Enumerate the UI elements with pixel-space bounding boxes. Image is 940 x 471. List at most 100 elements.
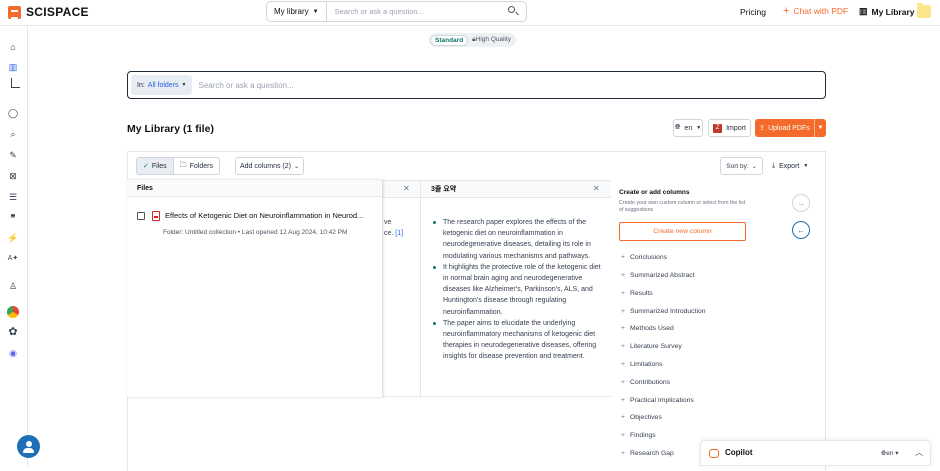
library-icon: ▥ (859, 6, 868, 16)
add-columns-button[interactable]: Add columns (2) ⌄ (235, 157, 304, 175)
column-option[interactable]: + Objectives (621, 414, 662, 421)
column-option[interactable]: + Practical Implications (621, 397, 694, 404)
column-option-label: Contributions (629, 379, 671, 386)
column-option-label: Conclusions (629, 254, 668, 261)
library-dropdown[interactable]: My library ▼ (267, 2, 327, 21)
chat-icon[interactable]: ◯ (7, 107, 19, 119)
scispace-logo-icon (8, 5, 21, 19)
row-checkbox[interactable] (137, 212, 145, 220)
folder-icon[interactable] (917, 3, 931, 18)
column-option[interactable]: + Research Gap (621, 450, 674, 457)
close-column-icon[interactable]: ✕ (403, 184, 410, 193)
plus-icon: + (621, 450, 625, 457)
copilot-bar[interactable]: Copilot 🌐︎en ▾ ︿ (700, 440, 931, 466)
check-icon: ✓ (143, 163, 149, 170)
chevron-down-icon: ⌄ (293, 163, 299, 170)
upload-options-caret[interactable]: ▼ (814, 119, 826, 137)
close-column-icon[interactable]: ✕ (593, 184, 600, 193)
add-columns-label: Add columns (2) (240, 162, 291, 170)
tab-files[interactable]: ✓ Files (137, 158, 173, 174)
language-selector[interactable]: 🌐︎ en ▼ (673, 119, 703, 137)
column-option-label: Literature Survey (629, 343, 682, 350)
folder-scope-dropdown[interactable]: In: All folders ▼ (131, 75, 193, 95)
sort-by-dropdown[interactable]: Sort by: ⌄ (720, 157, 763, 175)
sort-by-label: Sort by: (726, 162, 749, 170)
scroll-left-button[interactable]: ← (792, 221, 810, 239)
column-option[interactable]: + Findings (621, 432, 656, 439)
pen-icon[interactable]: ✎ (7, 149, 19, 161)
top-bar: SCISPACE My library ▼ Search or ask a qu… (0, 0, 940, 26)
search-icon[interactable] (506, 5, 520, 19)
upload-pdfs-button[interactable]: ⇪ Upload PDFs ▼ (755, 119, 826, 137)
column-option[interactable]: + Conclusions (621, 254, 667, 261)
summary-point: The paper aims to elucidate the underlyi… (432, 318, 602, 363)
summary-list: The research paper explores the effects … (432, 217, 602, 363)
library-search-bar: In: All folders ▼ Search or ask a questi… (127, 71, 826, 99)
tab-files-label: Files (151, 162, 167, 170)
chrome-icon[interactable] (7, 306, 19, 318)
grid-icon[interactable]: ⊠ (7, 170, 19, 182)
import-button[interactable]: Z Import (708, 119, 751, 137)
plus-icon: + (621, 432, 625, 439)
user-head-icon (25, 441, 32, 447)
tab-folders[interactable]: 🗀︎ Folders (172, 158, 219, 174)
copilot-label: Copilot (725, 448, 753, 457)
chat-bubble-icon (709, 449, 719, 458)
column-option[interactable]: + Summarized Introduction (621, 308, 706, 315)
tree-branch-icon (11, 78, 20, 88)
mode-standard[interactable]: Standard (430, 34, 469, 46)
library-icon[interactable]: ▥ (7, 61, 19, 73)
chat-with-pdf-label: Chat with PDF (793, 6, 849, 16)
my-library-link[interactable]: ▥ My Library (859, 6, 915, 17)
column-header-files: Files (127, 180, 382, 197)
column-option[interactable]: + Limitations (621, 361, 662, 368)
pricing-link[interactable]: Pricing (740, 7, 766, 17)
top-search-input[interactable]: Search or ask a question... (327, 7, 506, 16)
list-icon[interactable]: ☰ (7, 191, 19, 203)
user-icon[interactable]: ♙ (7, 280, 19, 292)
export-label: Export (779, 162, 800, 170)
column-option-label: Summarized Abstract (629, 272, 695, 279)
chevron-down-icon: ⌄ (751, 163, 757, 170)
pdf-icon (152, 211, 160, 221)
plus-icon: + (621, 397, 625, 404)
quote-icon[interactable]: ❞ (7, 212, 19, 224)
folder-outline-icon: 🗀︎ (179, 161, 187, 169)
ai-text-icon[interactable]: A✦ (7, 253, 19, 265)
column-option[interactable]: + Summarized Abstract (621, 272, 695, 279)
column-header-hidden (382, 181, 420, 198)
logo[interactable]: SCISPACE (8, 5, 89, 19)
mode-high-quality[interactable]: 🔒︎High Quality (468, 35, 515, 45)
panel-title: Create or add columns (619, 189, 690, 196)
column-option[interactable]: + Contributions (621, 379, 670, 386)
summary-point: The research paper explores the effects … (432, 217, 602, 262)
scope-value: All folders (147, 81, 179, 89)
copilot-language[interactable]: 🌐︎en ▾ (881, 449, 899, 458)
home-icon[interactable]: ⌂ (7, 41, 19, 53)
citation-link[interactable]: [1] (395, 230, 403, 237)
add-columns-panel: Create or add columns Create your own cu… (611, 180, 785, 466)
column-option[interactable]: + Literature Survey (621, 343, 682, 350)
column-option[interactable]: + Results (621, 290, 653, 297)
chevron-up-icon[interactable]: ︿ (915, 447, 923, 458)
caret-down-icon: ▼ (696, 125, 702, 131)
files-column: Files Effects of Ketogenic Diet on Neuro… (127, 180, 382, 397)
profile-avatar-button[interactable] (17, 435, 40, 458)
bolt-icon[interactable]: ⚡ (7, 232, 19, 244)
column-option[interactable]: + Methods Used (621, 325, 674, 332)
chat-with-pdf-link[interactable]: + Chat with PDF (783, 6, 849, 17)
library-search-input[interactable]: Search or ask a question... (198, 81, 293, 90)
export-button[interactable]: ⤓ Export ▼ (772, 157, 808, 175)
paper-title-link[interactable]: Effects of Ketogenic Diet on Neuroinflam… (165, 211, 377, 220)
plus-icon: + (621, 325, 625, 332)
column-option-label: Summarized Introduction (629, 308, 706, 315)
caret-down-icon: ▼ (312, 8, 319, 15)
openai-icon[interactable]: ✿ (7, 326, 19, 338)
search-icon[interactable]: ⌕ (7, 128, 19, 140)
plus-icon: + (621, 254, 625, 261)
mode-high-quality-label: High Quality (475, 36, 512, 43)
column-option-label: Practical Implications (629, 397, 694, 404)
scroll-right-button[interactable]: → (792, 194, 810, 212)
create-new-column-button[interactable]: Create new column (619, 222, 746, 241)
discord-icon[interactable]: ◉ (7, 347, 19, 359)
